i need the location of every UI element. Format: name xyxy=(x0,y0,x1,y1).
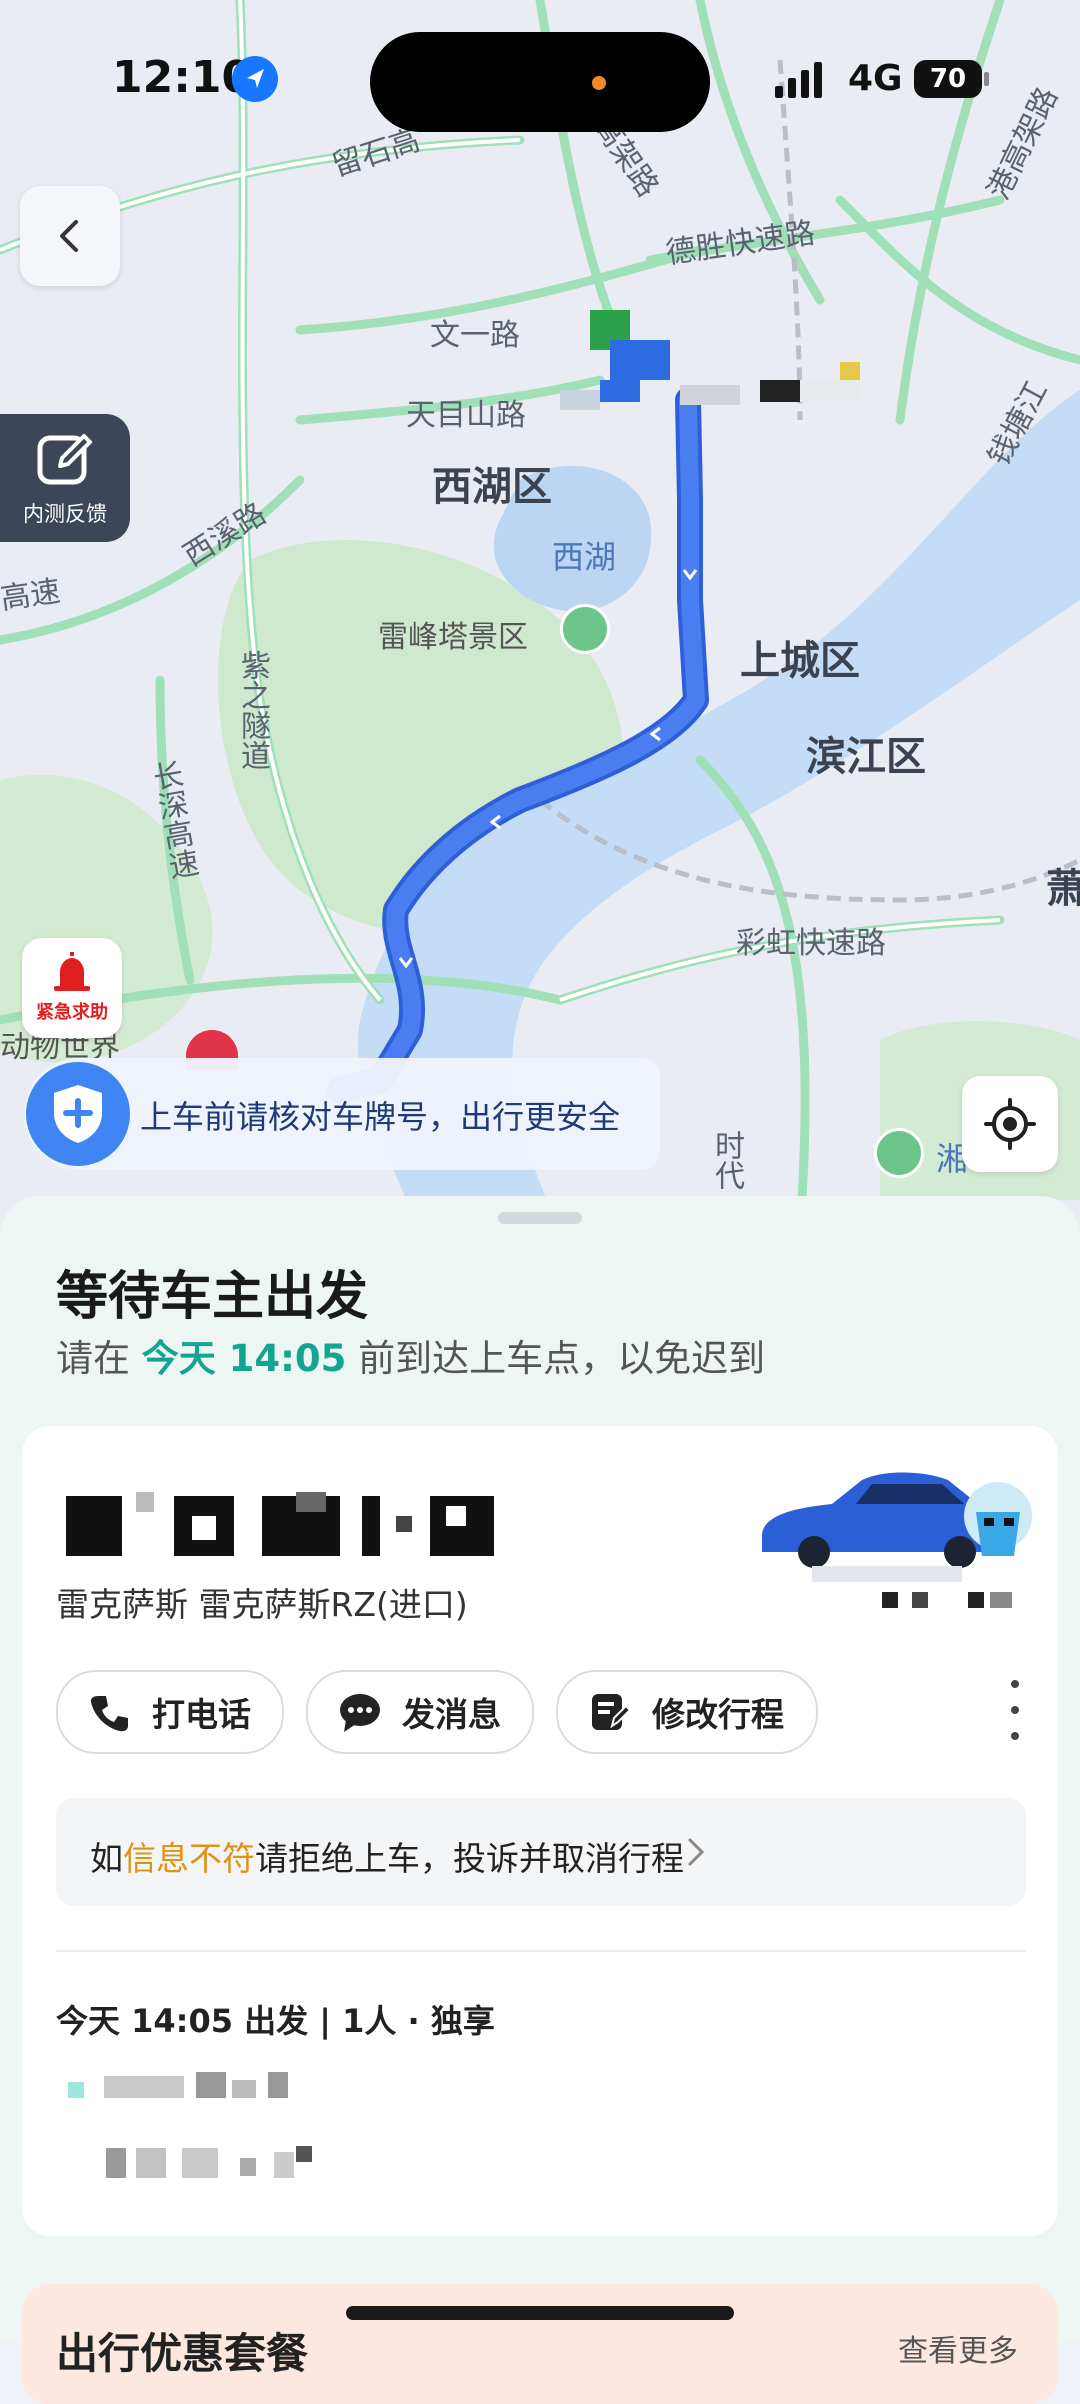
home-indicator[interactable] xyxy=(346,2306,734,2320)
pickup-time: 今天 14:05 xyxy=(141,1337,347,1380)
call-label: 打电话 xyxy=(152,1695,251,1734)
signal-icon xyxy=(775,62,822,98)
more-dot-icon xyxy=(1011,1732,1019,1740)
map-road-label: 天目山路 xyxy=(406,398,526,433)
sos-label: 紧急求助 xyxy=(36,1002,108,1023)
scenic-pin-icon xyxy=(874,1128,924,1178)
promo-title: 出行优惠套餐 xyxy=(56,2329,309,2378)
map-district-label: 西湖区 xyxy=(432,464,552,510)
dropoff-address-redacted xyxy=(106,2146,312,2178)
location-arrow-icon xyxy=(232,56,278,102)
more-options-button[interactable] xyxy=(1000,1680,1030,1740)
battery-icon: 70 xyxy=(914,60,982,98)
warning-suffix: 请拒绝上车，投诉并取消行程 xyxy=(255,1839,684,1878)
call-driver-button[interactable]: 打电话 xyxy=(56,1670,284,1754)
license-plate-redacted xyxy=(66,1492,494,1556)
car-image xyxy=(762,1472,1032,1582)
chevron-right-icon xyxy=(688,1838,705,1866)
warning-highlight: 信息不符 xyxy=(123,1839,255,1878)
alarm-icon xyxy=(54,952,90,991)
privacy-indicator-icon xyxy=(592,76,606,90)
sos-button[interactable]: 紧急求助 xyxy=(22,938,122,1038)
map-road-label: 文一路 xyxy=(430,318,520,353)
map-road-label: 时代 xyxy=(709,1130,744,1190)
phone-icon xyxy=(90,1696,128,1732)
map-water-label: 西湖 xyxy=(552,538,617,576)
message-icon xyxy=(340,1694,380,1732)
trip-bottom-sheet: 等待车主出发 请在 今天 14:05 前到达上车点，以免迟到 雷克萨斯 雷克萨斯… xyxy=(0,1196,1080,2341)
feedback-label: 内测反馈 xyxy=(23,502,107,526)
dynamic-island xyxy=(370,32,710,132)
map-view[interactable]: 留石高 德胜快速路 文一路 天目山路 西溪路 高速 紫之隧道 长深高速 彩虹快速… xyxy=(0,0,1080,1230)
map-district-label: 萧 xyxy=(1046,866,1080,912)
crosshair-icon xyxy=(984,1098,1036,1150)
map-canvas xyxy=(0,0,1080,1230)
car-model: 雷克萨斯 雷克萨斯RZ(进口) xyxy=(56,1585,468,1624)
map-district-label: 滨江区 xyxy=(806,734,926,780)
card-divider xyxy=(56,1950,1026,1952)
edit-icon xyxy=(37,434,92,485)
warning-prefix: 如 xyxy=(90,1839,123,1878)
promo-card[interactable]: 出行优惠套餐 查看更多 xyxy=(22,2284,1058,2404)
network-type: 4G xyxy=(848,58,903,99)
promo-more-link[interactable]: 查看更多 xyxy=(898,2326,1018,2370)
driver-rating-redacted xyxy=(882,1592,1012,1608)
map-district-label: 上城区 xyxy=(740,638,860,684)
mismatch-warning-text: 如信息不符请拒绝上车，投诉并取消行程 xyxy=(90,1832,684,1880)
more-dot-icon xyxy=(1011,1706,1019,1714)
subtitle-suffix: 前到达上车点，以免迟到 xyxy=(346,1337,766,1380)
scenic-pin-icon xyxy=(560,604,610,654)
edit-trip-icon xyxy=(592,1694,632,1730)
send-message-button[interactable]: 发消息 xyxy=(306,1670,534,1754)
mismatch-warning[interactable]: 如信息不符请拒绝上车，投诉并取消行程 xyxy=(56,1798,1026,1906)
pickup-deadline-text: 请在 今天 14:05 前到达上车点，以免迟到 xyxy=(56,1328,765,1382)
map-road-label: 高速 xyxy=(0,573,63,617)
chevron-left-icon xyxy=(60,220,78,252)
locate-me-button[interactable] xyxy=(962,1076,1058,1172)
subtitle-prefix: 请在 xyxy=(56,1337,142,1380)
shield-icon xyxy=(26,1062,130,1166)
pickup-address-redacted xyxy=(68,2072,288,2098)
status-bar: 12:10 4G 70 xyxy=(0,0,1080,160)
map-poi-label: 雷峰塔景区 xyxy=(378,620,528,655)
trip-info: 今天 14:05 出发 | 1人 · 独享 xyxy=(56,2002,495,2040)
map-road-label: 彩虹快速路 xyxy=(736,926,886,961)
safety-notice-text: 上车前请核对车牌号，出行更安全 xyxy=(140,1098,621,1136)
message-label: 发消息 xyxy=(402,1695,501,1734)
edit-trip-label: 修改行程 xyxy=(652,1695,784,1734)
back-button[interactable] xyxy=(20,186,120,286)
feedback-button[interactable]: 内测反馈 xyxy=(0,414,130,542)
driver-card: 雷克萨斯 雷克萨斯RZ(进口) 打电话 发消息 修改行程 如信息不符请拒绝上车，… xyxy=(22,1426,1058,2236)
trip-status-title: 等待车主出发 xyxy=(56,1267,369,1327)
edit-trip-button[interactable]: 修改行程 xyxy=(556,1670,818,1754)
sheet-drag-handle[interactable] xyxy=(498,1212,582,1224)
map-road-label: 紫之隧道 xyxy=(235,650,270,770)
battery-tip xyxy=(984,72,989,86)
safety-notice[interactable]: 上车前请核对车牌号，出行更安全 xyxy=(24,1058,660,1170)
more-dot-icon xyxy=(1011,1680,1019,1688)
